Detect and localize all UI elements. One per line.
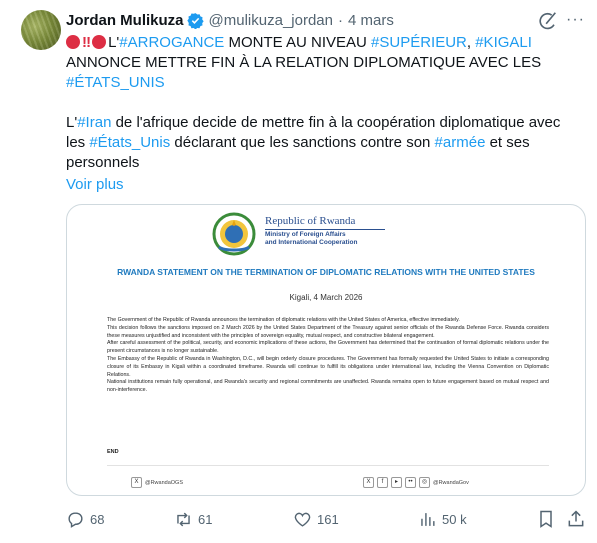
hashtag-link[interactable]: #ÉTATS_UNIS (66, 74, 165, 91)
rwanda-emblem-icon (212, 212, 256, 256)
hashtag-link[interactable]: #États_Unis (89, 134, 170, 151)
red-circle-icon (66, 35, 80, 49)
flickr-icon: •• (405, 477, 416, 488)
heart-icon (294, 512, 311, 527)
hashtag-link[interactable]: #Iran (77, 114, 111, 131)
bookmark-icon[interactable] (536, 509, 556, 529)
document-paragraph: After careful assessment of the politica… (107, 340, 549, 355)
reply-button[interactable]: 68 (66, 508, 104, 530)
document-header-republic: Republic of Rwanda (265, 215, 356, 227)
tweet-text-segment: L' (108, 34, 120, 51)
document-paragraph: The Government of the Republic of Rwanda… (107, 317, 460, 323)
document-end: END (107, 449, 119, 455)
reply-count: 68 (90, 511, 105, 527)
action-bar: 68 61 161 50 k (66, 508, 586, 530)
repost-count: 61 (198, 511, 213, 527)
x-logo-icon: X (363, 477, 374, 488)
verified-badge-icon (186, 12, 204, 29)
author-handle[interactable]: @mulikuza_jordan (209, 12, 333, 29)
footer-left-handle: @RwandaOGS (145, 479, 183, 486)
like-count: 161 (317, 511, 339, 527)
facebook-icon: f (377, 477, 388, 488)
document-paragraph: This decision follows the sanctions impo… (107, 324, 549, 339)
ministry-line-2: and International Cooperation (265, 239, 358, 246)
tweet-text-segment: MONTE AU NIVEAU (224, 34, 372, 51)
repost-icon (177, 512, 190, 526)
tweet-text-segment: ANNONCE METTRE FIN À LA RELATION DIPLOMA… (66, 54, 542, 71)
document-body: The Government of the Republic of Rwanda… (107, 317, 549, 395)
document-title: RWANDA STATEMENT ON THE TERMINATION OF D… (117, 267, 535, 277)
document-date: Kigali, 4 March 2026 (289, 293, 363, 302)
like-button[interactable]: 161 (293, 508, 339, 530)
double-exclamation-icon: ‼ (82, 34, 91, 51)
x-logo-icon: X (131, 477, 142, 488)
more-options-icon[interactable]: ··· (566, 10, 586, 32)
tweet-paragraph-2: L'#Iran de l'afrique decide de mettre fi… (66, 113, 576, 173)
document-header-ministry: Ministry of Foreign Affairs and Internat… (265, 231, 357, 247)
red-circle-icon (92, 35, 107, 49)
attached-image[interactable]: Republic of Rwanda Ministry of Foreign A… (66, 204, 586, 496)
document-footer-left: X @RwandaOGS (131, 477, 183, 488)
document-paragraph: National institutions remain fully opera… (107, 379, 549, 394)
author-name[interactable]: Jordan Mulikuza (66, 12, 184, 29)
views-button[interactable]: 50 k (418, 508, 467, 530)
hashtag-link[interactable]: #armée (435, 134, 486, 151)
document-footer-right: X f ▸ •• ◎ @RwandaGov (363, 477, 469, 488)
document-footer-rule (107, 465, 549, 466)
hashtag-link[interactable]: #ARROGANCE (119, 34, 224, 51)
statement-document: Republic of Rwanda Ministry of Foreign A… (87, 209, 565, 491)
avatar[interactable] (21, 10, 61, 50)
views-chart-icon (421, 512, 435, 526)
header-rule (265, 229, 385, 230)
separator-dot: · (337, 11, 343, 29)
instagram-icon: ◎ (419, 477, 430, 488)
show-more-link[interactable]: Voir plus (66, 175, 576, 195)
tweet-text-segment: déclarant que les sanctions contre son (170, 134, 435, 151)
views-count: 50 k (442, 511, 467, 527)
tweet-header: Jordan Mulikuza @mulikuza_jordan · 4 mar… (66, 10, 394, 30)
post-time[interactable]: 4 mars (348, 12, 394, 29)
repost-button[interactable]: 61 (174, 508, 212, 530)
share-icon[interactable] (566, 509, 586, 529)
hashtag-link[interactable]: #KIGALI (475, 34, 532, 51)
reply-icon (68, 511, 83, 528)
grok-icon[interactable] (537, 10, 559, 32)
ministry-line-1: Ministry of Foreign Affairs (265, 231, 346, 238)
tweet-text-segment: , (466, 34, 476, 51)
youtube-icon: ▸ (391, 477, 402, 488)
tweet-paragraph-1: ‼ L'#ARROGANCE MONTE AU NIVEAU #SUPÉRIEUR… (66, 33, 576, 93)
footer-right-handle: @RwandaGov (433, 479, 469, 486)
tweet-text: ‼ L'#ARROGANCE MONTE AU NIVEAU #SUPÉRIEUR… (66, 33, 576, 195)
tweet-text-segment: L' (66, 114, 78, 131)
document-paragraph: The Embassy of the Republic of Rwanda in… (107, 355, 549, 378)
hashtag-link[interactable]: #SUPÉRIEUR (371, 34, 467, 51)
